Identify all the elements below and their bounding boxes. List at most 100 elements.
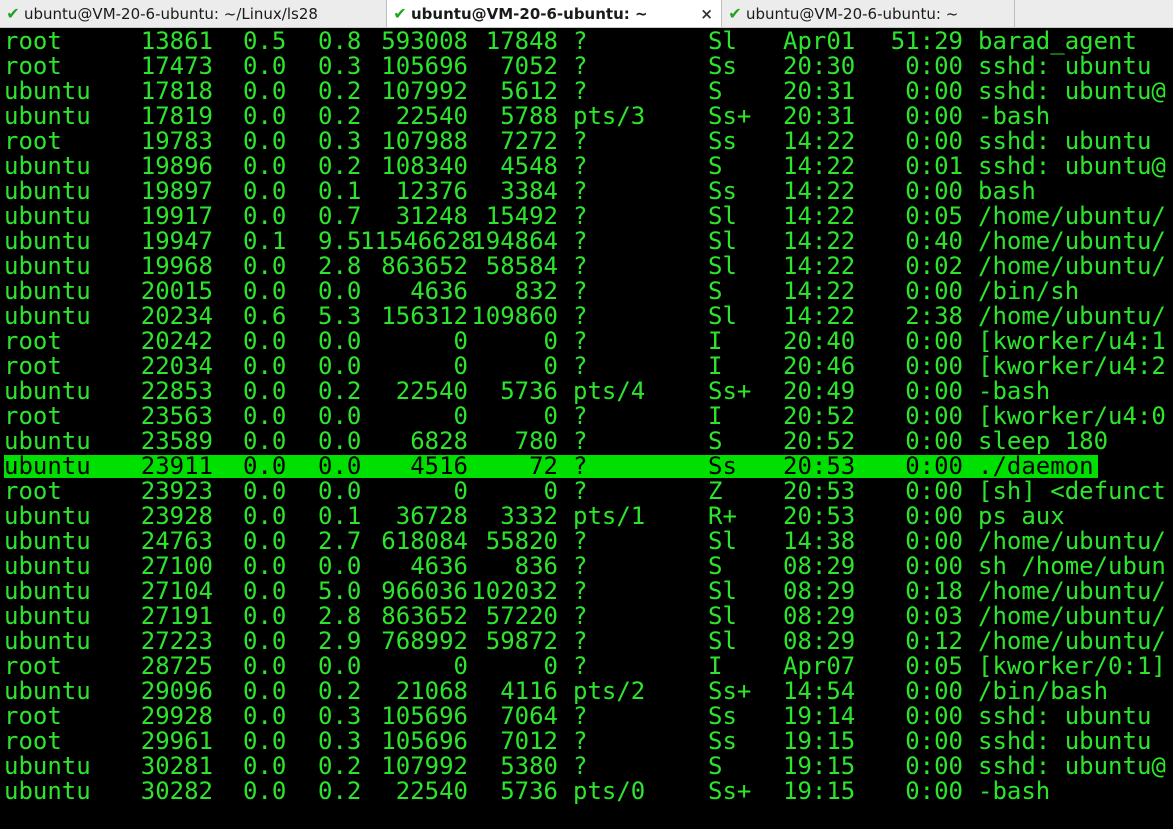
process-user: ubuntu xyxy=(4,277,91,305)
process-user: ubuntu xyxy=(4,152,91,180)
process-user: ubuntu xyxy=(4,77,91,105)
process-cmd: /home/ubuntu/ xyxy=(978,252,1166,280)
process-mem: 0.0 xyxy=(318,327,362,355)
process-pid: 17819 xyxy=(140,102,213,130)
process-tty: ? xyxy=(573,427,588,455)
process-rss: 7272 xyxy=(500,127,558,155)
process-rss: 102032 xyxy=(471,577,558,605)
process-mem: 0.8 xyxy=(318,29,362,55)
process-time: 0:00 xyxy=(905,402,963,430)
process-rss: 17848 xyxy=(485,29,558,55)
tab-title: ubuntu@VM-20-6-ubuntu: ~ xyxy=(411,4,648,23)
process-time: 0:00 xyxy=(905,502,963,530)
process-rss: 0 xyxy=(543,402,558,430)
process-time: 0:00 xyxy=(905,552,963,580)
process-rss: 7012 xyxy=(500,727,558,755)
process-tty: pts/0 xyxy=(573,777,646,805)
process-start: Apr01 xyxy=(783,29,856,55)
process-vsz: 0 xyxy=(453,652,468,680)
process-time: 0:00 xyxy=(905,677,963,705)
process-start: 14:22 xyxy=(783,127,856,155)
process-stat: Ss xyxy=(708,727,737,755)
process-time: 0:00 xyxy=(905,527,963,555)
process-vsz: 863652 xyxy=(381,252,468,280)
process-mem: 0.2 xyxy=(318,752,362,780)
process-pid: 28725 xyxy=(140,652,213,680)
process-row: ubuntu 19968 0.0 2.8 863652 58584? Sl 14:22 0:02… xyxy=(0,254,1173,279)
process-time: 0:00 xyxy=(905,477,963,505)
process-cpu: 0.0 xyxy=(243,502,287,530)
process-start: 14:54 xyxy=(783,677,856,705)
process-cpu: 0.0 xyxy=(243,577,287,605)
process-cmd: [kworker/u4:2 xyxy=(978,352,1166,380)
process-vsz: 21068 xyxy=(395,677,468,705)
process-row: ubuntu 17818 0.0 0.2 107992 5612? S 20:31 0:00 ss… xyxy=(0,79,1173,104)
process-tty: ? xyxy=(573,402,588,430)
process-cmd: sshd: ubuntu xyxy=(978,727,1152,755)
process-pid: 27104 xyxy=(140,577,213,605)
process-cmd: sshd: ubuntu@ xyxy=(978,77,1166,105)
process-vsz: 36728 xyxy=(395,502,468,530)
process-cpu: 0.0 xyxy=(243,677,287,705)
process-row: root 23923 0.0 0.0 0 0? Z 20:53 0:00 [sh] <defunc… xyxy=(0,479,1173,504)
process-time: 0:00 xyxy=(905,427,963,455)
process-row: ubuntu 23928 0.0 0.1 36728 3332 pts/1 R+ 20:53 0:… xyxy=(0,504,1173,529)
process-start: 08:29 xyxy=(783,552,856,580)
tab-session-3[interactable]: ✔ ubuntu@VM-20-6-ubuntu: ~ xyxy=(722,0,1015,27)
process-pid: 29961 xyxy=(140,727,213,755)
process-cmd: -bash xyxy=(978,777,1051,805)
close-tab-icon[interactable]: × xyxy=(698,5,715,23)
process-pid: 19968 xyxy=(140,252,213,280)
process-tty: ? xyxy=(573,602,588,630)
process-vsz: 105696 xyxy=(381,702,468,730)
process-stat: Sl xyxy=(708,202,737,230)
process-stat: Ss xyxy=(708,177,737,205)
terminal-output[interactable]: root 13861 0.5 0.8 593008 17848? Sl Apr01 51:29 b… xyxy=(0,29,1173,829)
process-user: root xyxy=(4,702,62,730)
process-time: 0:02 xyxy=(905,252,963,280)
tab-session-2[interactable]: ✔ ubuntu@VM-20-6-ubuntu: ~ × xyxy=(387,0,722,27)
process-stat: Ss xyxy=(708,452,737,480)
process-pid: 27191 xyxy=(140,602,213,630)
process-start: 19:15 xyxy=(783,752,856,780)
process-mem: 0.2 xyxy=(318,777,362,805)
process-vsz: 4636 xyxy=(410,552,468,580)
tab-session-1[interactable]: ✔ ubuntu@VM-20-6-ubuntu: ~/Linux/ls28 xyxy=(0,0,387,27)
process-vsz: 0 xyxy=(453,402,468,430)
process-tty: ? xyxy=(573,277,588,305)
process-mem: 5.3 xyxy=(318,302,362,330)
process-mem: 0.0 xyxy=(318,477,362,505)
process-time: 0:05 xyxy=(905,202,963,230)
process-cpu: 0.0 xyxy=(243,727,287,755)
process-rss: 55820 xyxy=(485,527,558,555)
process-start: 14:22 xyxy=(783,177,856,205)
process-user: root xyxy=(4,52,62,80)
process-cmd: [kworker/0:1] xyxy=(978,652,1166,680)
process-user: ubuntu xyxy=(4,677,91,705)
process-start: 20:46 xyxy=(783,352,856,380)
process-rss: 5788 xyxy=(500,102,558,130)
process-user: root xyxy=(4,727,62,755)
process-start: 20:53 xyxy=(783,452,856,480)
process-cmd: -bash xyxy=(978,102,1051,130)
process-rss: 3332 xyxy=(500,502,558,530)
process-vsz: 22540 xyxy=(395,777,468,805)
process-cmd: /home/ubuntu/ xyxy=(978,302,1166,330)
process-cpu: 0.0 xyxy=(243,102,287,130)
process-pid: 23589 xyxy=(140,427,213,455)
process-time: 0:00 xyxy=(905,377,963,405)
process-row: root 22034 0.0 0.0 0 0? I 20:46 0:00 [kworker/u4:… xyxy=(0,354,1173,379)
process-cpu: 0.0 xyxy=(243,402,287,430)
process-pid: 27223 xyxy=(140,627,213,655)
process-mem: 5.0 xyxy=(318,577,362,605)
process-pid: 19897 xyxy=(140,177,213,205)
process-vsz: 618084 xyxy=(381,527,468,555)
process-time: 0:00 xyxy=(905,702,963,730)
process-time: 0:00 xyxy=(905,52,963,80)
process-tty: ? xyxy=(573,202,588,230)
process-stat: S xyxy=(708,77,723,105)
process-time: 0:00 xyxy=(905,127,963,155)
process-start: 20:49 xyxy=(783,377,856,405)
process-row: ubuntu 19947 0.1 9.5 11546628 194864? Sl 14:22 0… xyxy=(0,229,1173,254)
process-stat: Ss+ xyxy=(708,677,752,705)
